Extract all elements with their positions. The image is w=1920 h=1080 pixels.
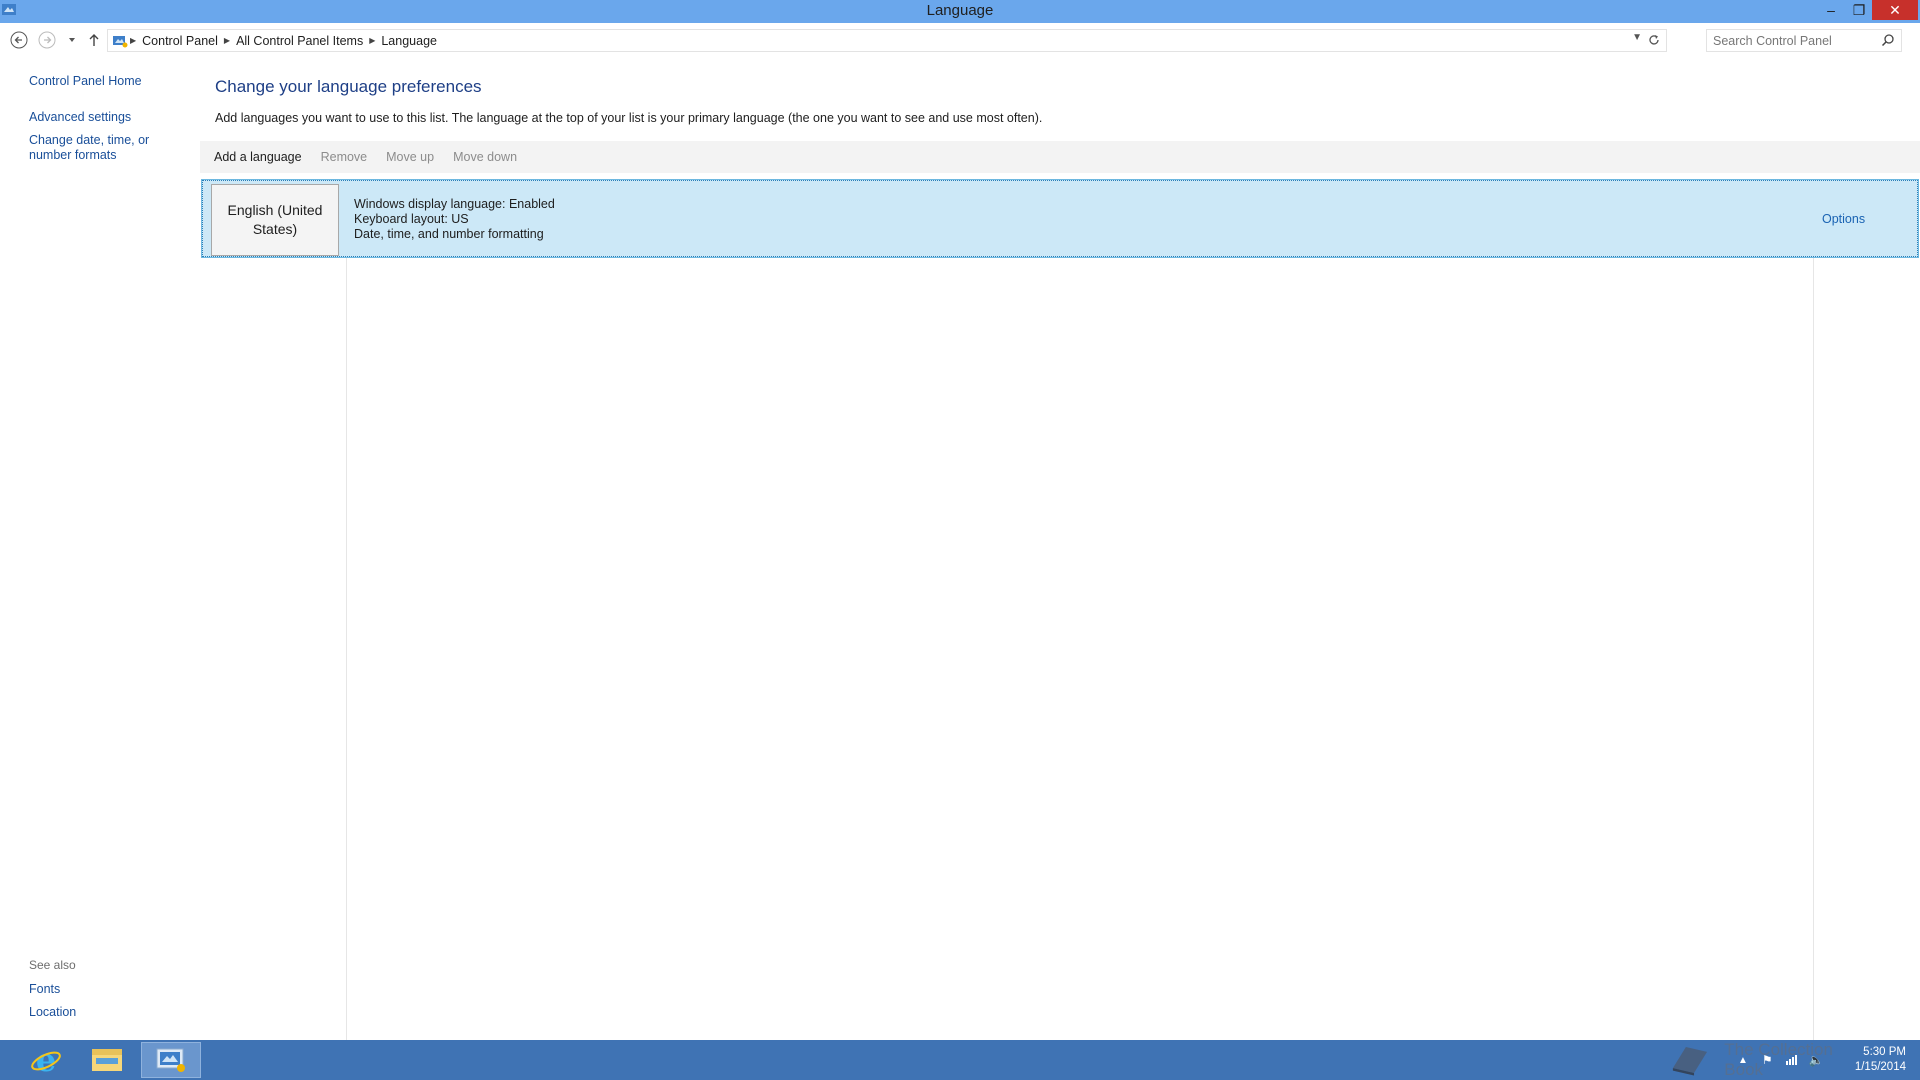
clock-date: 1/15/2014 (1854, 1061, 1906, 1073)
control-panel-icon (110, 31, 130, 51)
network-icon[interactable] (1785, 1052, 1799, 1069)
window-title: Language (926, 2, 994, 19)
navigation-bar: ▶ Control Panel ▶ All Control Panel Item… (0, 23, 1920, 57)
change-date-time-formats-link[interactable]: Change date, time, or number formats (29, 133, 194, 163)
move-down-button[interactable]: Move down (453, 150, 517, 164)
close-button[interactable]: ✕ (1872, 0, 1918, 20)
up-arrow-icon (89, 34, 99, 46)
search-icon[interactable] (1881, 33, 1897, 49)
fonts-link[interactable]: Fonts (29, 982, 60, 996)
address-bar[interactable]: ▶ Control Panel ▶ All Control Panel Item… (107, 29, 1667, 52)
main-content: Change your language preferences Add lan… (200, 57, 1920, 1040)
language-details: Windows display language: Enabled Keyboa… (354, 197, 555, 242)
location-link[interactable]: Location (29, 1005, 76, 1019)
formatting-info: Date, time, and number formatting (354, 227, 544, 241)
move-up-button[interactable]: Move up (386, 150, 434, 164)
clock[interactable]: 5:30 PM 1/15/2014 (1830, 1045, 1906, 1075)
breadcrumb-all-items[interactable]: All Control Panel Items (230, 34, 369, 48)
up-button[interactable] (84, 30, 104, 50)
system-tray: ▲ ⚑ 🔈 (1738, 1040, 1824, 1080)
minimize-button[interactable]: – (1816, 0, 1846, 20)
language-name-tile: English (United States) (211, 184, 339, 256)
refresh-icon[interactable] (1645, 31, 1663, 49)
back-button[interactable] (9, 30, 29, 50)
see-also-label: See also (29, 958, 76, 972)
volume-icon[interactable]: 🔈 (1809, 1053, 1824, 1067)
keyboard-layout: Keyboard layout: US (354, 212, 469, 226)
language-options-link[interactable]: Options (1822, 212, 1865, 226)
taskbar: e The Collection Book ▲ ⚑ 🔈 5:30 PM 1/15… (0, 1040, 1920, 1080)
page-description: Add languages you want to use to this li… (215, 111, 1043, 125)
internet-explorer-icon[interactable]: e (16, 1042, 76, 1078)
advanced-settings-link[interactable]: Advanced settings (29, 110, 131, 124)
list-divider (346, 258, 347, 1040)
svg-text:e: e (36, 1043, 56, 1077)
book-icon (1672, 1046, 1708, 1076)
clock-time: 5:30 PM (1863, 1046, 1906, 1058)
recent-locations-button[interactable] (62, 30, 82, 50)
show-hidden-icons-icon[interactable]: ▲ (1738, 1055, 1748, 1066)
breadcrumb-control-panel[interactable]: Control Panel (136, 34, 224, 48)
search-input[interactable] (1713, 33, 1873, 48)
search-box[interactable] (1706, 29, 1902, 52)
add-language-button[interactable]: Add a language (214, 150, 302, 164)
address-dropdown-icon[interactable]: ▼ (1632, 32, 1642, 43)
left-pane: Control Panel Home Advanced settings Cha… (0, 57, 200, 1040)
maximize-button[interactable]: ❐ (1846, 0, 1872, 20)
language-toolbar: Add a language Remove Move up Move down (200, 141, 1920, 173)
control-panel-icon[interactable] (141, 1042, 201, 1078)
display-language-status: Windows display language: Enabled (354, 197, 555, 211)
action-center-flag-icon[interactable]: ⚑ (1762, 1053, 1773, 1067)
page-title: Change your language preferences (215, 77, 482, 96)
back-arrow-icon (10, 31, 28, 49)
breadcrumb-language[interactable]: Language (375, 34, 443, 48)
title-bar: Language – ❐ ✕ (0, 0, 1920, 23)
control-panel-home-link[interactable]: Control Panel Home (29, 74, 142, 88)
remove-button[interactable]: Remove (321, 150, 368, 164)
forward-arrow-icon (38, 31, 56, 49)
chevron-down-icon (69, 38, 75, 42)
list-divider (1813, 258, 1814, 1040)
forward-button[interactable] (37, 30, 57, 50)
language-list-item[interactable]: English (United States) Windows display … (201, 179, 1919, 258)
file-explorer-icon[interactable] (77, 1042, 137, 1078)
